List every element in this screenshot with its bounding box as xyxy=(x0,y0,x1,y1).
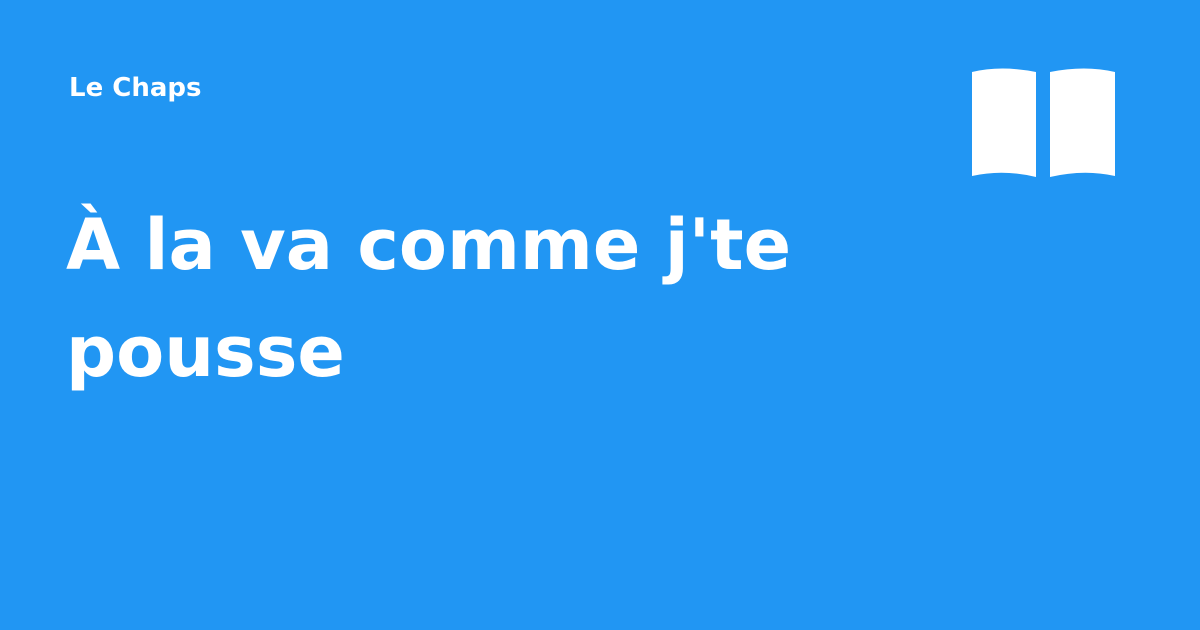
share-card: Le Chaps À la va comme j'te pousse xyxy=(0,0,1200,630)
open-book-icon xyxy=(968,66,1119,180)
page-title: À la va comme j'te pousse xyxy=(66,204,792,393)
site-name: Le Chaps xyxy=(69,73,202,103)
